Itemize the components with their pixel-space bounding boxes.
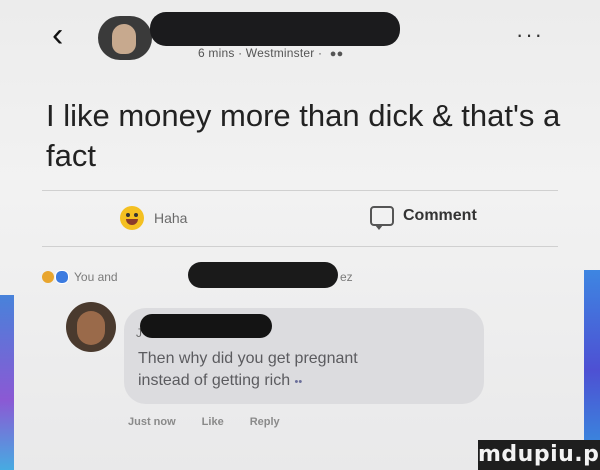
comment-icon	[370, 206, 394, 230]
comment-button[interactable]: Comment	[370, 206, 477, 230]
divider	[42, 246, 558, 247]
comment-text: Then why did you get pregnant instead of…	[138, 348, 478, 393]
comment-actions: Just now Like Reply	[128, 416, 280, 428]
reactions-suffix: ez	[340, 270, 353, 284]
emoji-eye	[126, 213, 130, 217]
redacted-commenter-name	[140, 314, 272, 338]
post-screen: ‹ 6 mins · Westminster · ●● ··· I like m…	[0, 0, 600, 470]
divider	[42, 190, 558, 191]
comment-like-button[interactable]: Like	[202, 416, 224, 428]
like-mini-icon	[55, 270, 69, 284]
comment-emoji: ••	[294, 376, 303, 388]
post-text: I like money more than dick & that's a f…	[46, 98, 561, 173]
commenter-avatar[interactable]	[66, 302, 116, 352]
back-button[interactable]: ‹	[52, 18, 63, 52]
comment-line-2: instead of getting rich	[138, 372, 291, 389]
haha-mini-icon	[42, 271, 54, 283]
emoji-mouth	[126, 219, 138, 225]
more-options-button[interactable]: ···	[516, 24, 544, 46]
poster-avatar[interactable]	[98, 16, 152, 60]
emoji-eye	[134, 213, 138, 217]
comment-label: Comment	[403, 207, 477, 224]
comment-timestamp: Just now	[128, 416, 176, 428]
avatar-face	[77, 311, 105, 345]
haha-emoji-icon	[120, 206, 144, 230]
haha-reaction-button[interactable]: Haha	[120, 206, 187, 230]
site-watermark: mdupiu.pl	[478, 440, 600, 470]
post-meta-text: 6 mins · Westminster ·	[198, 46, 323, 60]
post-meta: 6 mins · Westminster · ●●	[198, 46, 343, 60]
reactions-summary[interactable]: You and	[42, 270, 118, 284]
comment-line-1: Then why did you get pregnant	[138, 350, 358, 367]
left-edge-glow	[0, 295, 14, 470]
reactions-prefix: You and	[74, 270, 118, 284]
group-icon: ●●	[329, 48, 344, 60]
haha-label: Haha	[154, 210, 188, 226]
redacted-poster-name	[150, 12, 400, 46]
comment-reply-button[interactable]: Reply	[250, 416, 280, 428]
avatar-face	[112, 24, 136, 54]
redacted-reactor-names	[188, 262, 338, 288]
